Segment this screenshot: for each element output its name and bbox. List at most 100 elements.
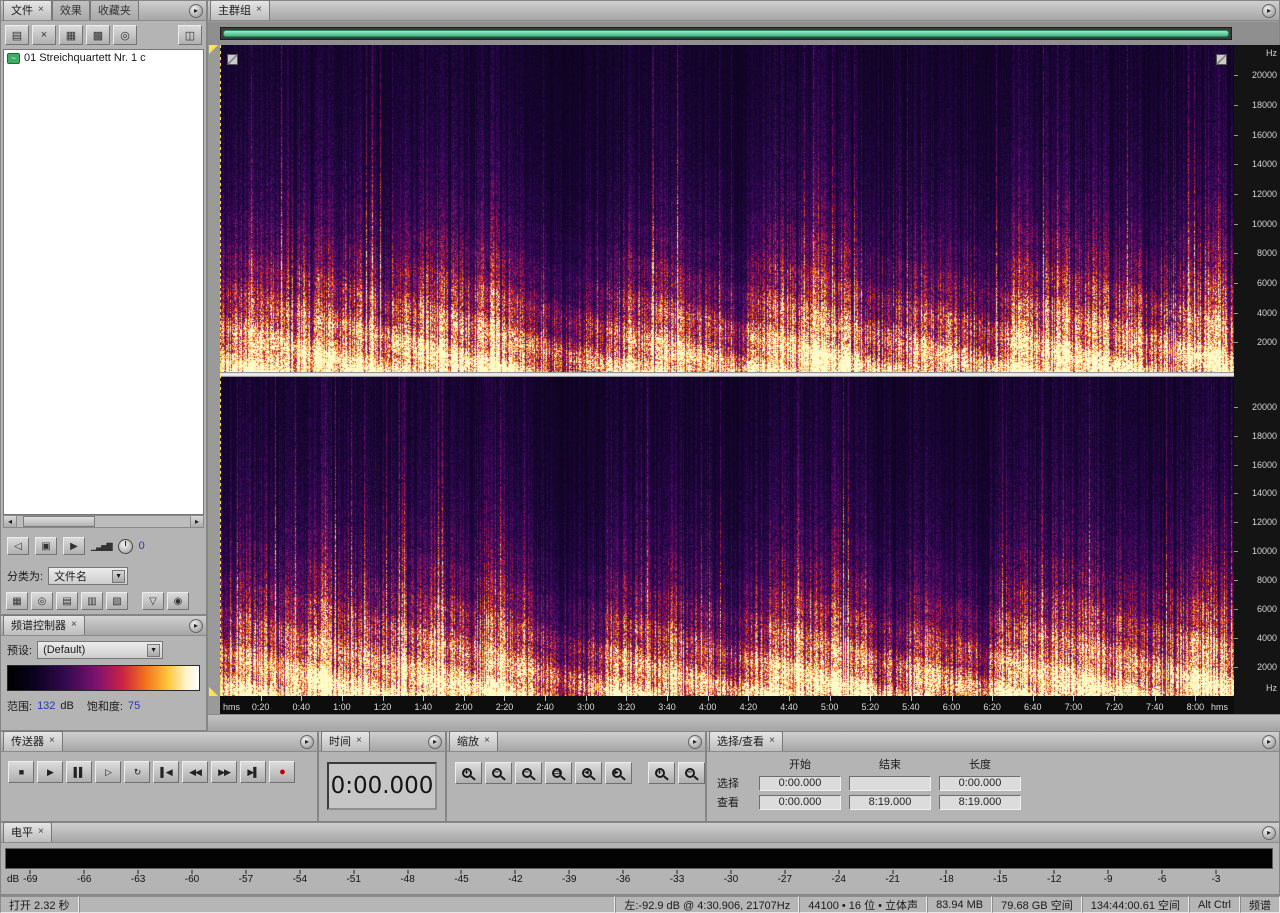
tab-files[interactable]: 文件 ×: [3, 0, 52, 20]
tab-effects[interactable]: 效果: [51, 0, 90, 20]
insert-multitrack-button[interactable]: ▩: [86, 25, 110, 45]
chevron-down-icon[interactable]: ▼: [147, 643, 161, 657]
go-to-end-button[interactable]: ▶▌: [240, 761, 266, 783]
scroll-thumb[interactable]: [23, 516, 95, 527]
preview-volume-dial[interactable]: [117, 538, 133, 554]
panel-menu-icon[interactable]: ▸: [1262, 735, 1276, 749]
insert-cd-button[interactable]: ◎: [113, 25, 137, 45]
show-markers-toggle[interactable]: ▧: [106, 592, 128, 610]
horizontal-scrollbar[interactable]: ◂ ▸: [3, 515, 204, 528]
range-value[interactable]: 132: [37, 700, 55, 712]
show-options-button[interactable]: ◫: [178, 25, 202, 45]
selection-length-field[interactable]: 0:00.000: [939, 775, 1021, 791]
close-icon[interactable]: ×: [38, 5, 44, 15]
playhead-line[interactable]: [220, 45, 221, 696]
scale-handle-right-icon[interactable]: [1216, 54, 1227, 65]
panel-menu-icon[interactable]: ▸: [300, 735, 314, 749]
zoom-out-vertical-button[interactable]: −: [678, 762, 705, 784]
close-icon[interactable]: ×: [49, 736, 55, 746]
zoom-out-horizontal-button[interactable]: −: [485, 762, 512, 784]
close-file-button[interactable]: ×: [32, 25, 56, 45]
tab-zoom[interactable]: 缩放 ×: [449, 731, 498, 751]
view-end-field[interactable]: 8:19.000: [849, 794, 931, 810]
play-button[interactable]: ▶: [37, 761, 63, 783]
chevron-down-icon[interactable]: ▼: [112, 569, 126, 583]
level-meter[interactable]: [5, 848, 1273, 869]
view-start-field[interactable]: 0:00.000: [759, 794, 841, 810]
panel-menu-icon[interactable]: ▸: [189, 4, 203, 18]
file-list[interactable]: ~ 01 Streichquartett Nr. 1 c: [3, 49, 204, 515]
spectrogram-view[interactable]: hms hms 0:20 0:40 1:00 1:20 1:40 2:00 2:20 2:40…: [220, 45, 1234, 714]
view-length-field[interactable]: 8:19.000: [939, 794, 1021, 810]
zoom-navigation-bar[interactable]: [223, 30, 1229, 37]
selection-start-field[interactable]: 0:00.000: [759, 775, 841, 791]
auto-play-toggle[interactable]: ◁: [7, 537, 29, 555]
file-item[interactable]: ~ 01 Streichquartett Nr. 1 c: [4, 50, 203, 66]
zoom-selection-left-button[interactable]: ◂: [575, 762, 602, 784]
close-icon[interactable]: ×: [71, 620, 77, 630]
close-icon[interactable]: ×: [356, 736, 362, 746]
saturation-value[interactable]: 75: [128, 700, 140, 712]
playhead-marker-bottom-icon[interactable]: [209, 687, 218, 696]
spectrogram-left-channel[interactable]: [220, 45, 1234, 372]
fast-forward-button[interactable]: ▶▶: [211, 761, 237, 783]
sort-dropdown[interactable]: 文件名 ▼: [48, 567, 129, 585]
preset-dropdown[interactable]: (Default) ▼: [37, 641, 164, 659]
stop-button[interactable]: ■: [8, 761, 34, 783]
panel-menu-icon[interactable]: ▸: [189, 619, 203, 633]
playhead-marker-top-icon[interactable]: [209, 45, 218, 54]
preview-volume-value[interactable]: 0: [139, 540, 145, 552]
zoom-to-selection-button[interactable]: ▭: [545, 762, 572, 784]
scale-handle-left-icon[interactable]: [227, 54, 238, 65]
show-files-toggle[interactable]: ▦: [6, 592, 28, 610]
close-icon[interactable]: ×: [484, 736, 490, 746]
play-looped-button[interactable]: ↻: [124, 761, 150, 783]
tab-selection-view[interactable]: 选择/查看 ×: [709, 731, 783, 751]
freq-unit-bottom: Hz: [1266, 683, 1277, 693]
panel-menu-icon[interactable]: ▸: [1262, 4, 1276, 18]
tab-time[interactable]: 时间 ×: [321, 731, 370, 751]
show-midi-toggle[interactable]: ▥: [81, 592, 103, 610]
selection-end-field[interactable]: [849, 775, 931, 791]
preview-play-button[interactable]: ▶: [63, 537, 85, 555]
panel-menu-icon[interactable]: ▸: [428, 735, 442, 749]
cd-button[interactable]: ◉: [167, 592, 189, 610]
spectral-colormap-bar[interactable]: [7, 665, 200, 691]
close-icon[interactable]: ×: [769, 736, 775, 746]
panel-menu-icon[interactable]: ▸: [1262, 826, 1276, 840]
time-display[interactable]: 0:00.000: [327, 762, 437, 810]
play-from-cursor-button[interactable]: ▷: [95, 761, 121, 783]
loop-preview-button[interactable]: ▣: [35, 537, 57, 555]
close-icon[interactable]: ×: [38, 827, 44, 837]
zoom-selection-right-button[interactable]: ▸: [605, 762, 632, 784]
frequency-ruler[interactable]: Hz 20000 18000 16000 14000 12000 10000 8000 600…: [1234, 45, 1280, 714]
time-tick: [1032, 696, 1034, 701]
record-button[interactable]: ●: [269, 761, 295, 783]
tab-main-group[interactable]: 主群组 ×: [210, 0, 270, 20]
go-to-beginning-button[interactable]: ▌◀: [153, 761, 179, 783]
scroll-left-icon[interactable]: ◂: [4, 516, 17, 527]
tab-transport[interactable]: 传送器 ×: [3, 731, 63, 751]
zoom-in-vertical-button[interactable]: +: [648, 762, 675, 784]
close-icon[interactable]: ×: [256, 5, 262, 15]
pause-button[interactable]: ▌▌: [66, 761, 92, 783]
spectral-panel-header: 频谱控制器 × ▸: [1, 615, 206, 636]
rewind-button[interactable]: ◀◀: [182, 761, 208, 783]
scroll-right-icon[interactable]: ▸: [190, 516, 203, 527]
zoom-full-button[interactable]: −: [515, 762, 542, 784]
zoom-in-horizontal-button[interactable]: +: [455, 762, 482, 784]
spectrogram-right-channel[interactable]: [220, 377, 1234, 696]
close-all-button[interactable]: ▦: [59, 25, 83, 45]
zoom-navigation-track[interactable]: [220, 27, 1232, 40]
tab-spectral-controls[interactable]: 频谱控制器 ×: [3, 615, 85, 635]
time-label: 0:20: [251, 702, 270, 712]
show-video-toggle[interactable]: ▤: [56, 592, 78, 610]
tab-levels[interactable]: 电平 ×: [3, 822, 52, 842]
time-ruler[interactable]: hms hms 0:20 0:40 1:00 1:20 1:40 2:00 2:20 2:40…: [220, 696, 1234, 714]
show-loops-toggle[interactable]: ◎: [31, 592, 53, 610]
import-file-button[interactable]: ▤: [5, 25, 29, 45]
tab-favorites[interactable]: 收藏夹: [89, 0, 139, 20]
panel-menu-icon[interactable]: ▸: [688, 735, 702, 749]
filter-button[interactable]: ▽: [142, 592, 164, 610]
freq-label: 18000: [1251, 430, 1277, 441]
